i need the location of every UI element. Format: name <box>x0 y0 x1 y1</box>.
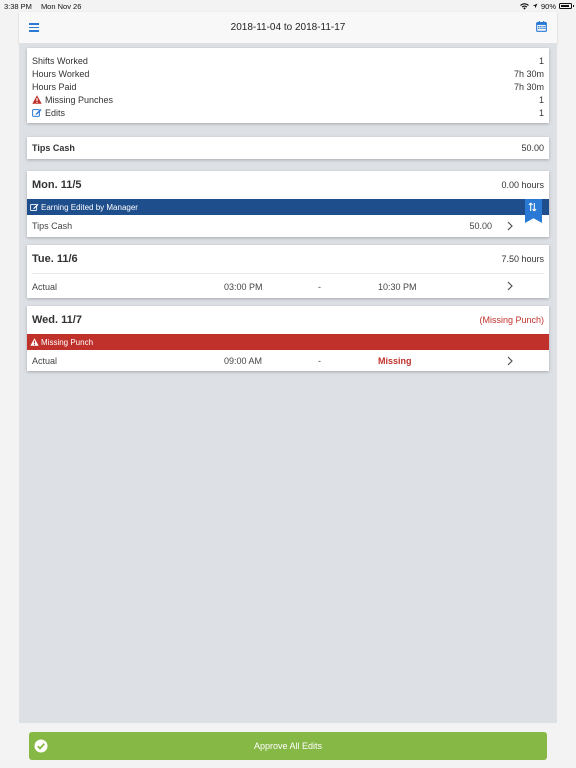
battery-icon <box>559 3 574 9</box>
status-date: Mon Nov 26 <box>40 1 82 11</box>
bottom-bar: Approve All Edits <box>19 723 557 768</box>
shift-start-time: 03:00 PM <box>224 281 263 292</box>
summary-label: Shifts Worked <box>32 55 88 66</box>
banner-text: Missing Punch <box>41 337 94 347</box>
missing-punch-banner: Missing Punch <box>27 334 549 350</box>
chevron-right-icon <box>507 281 513 291</box>
summary-row-edits: Edits 1 <box>32 106 544 119</box>
tips-total-card: Tips Cash 50.00 <box>27 137 549 159</box>
tips-total-label: Tips Cash <box>32 143 75 153</box>
summary-label: Edits <box>45 107 66 118</box>
warning-icon <box>32 95 42 104</box>
detail-label: Actual <box>32 281 58 292</box>
calendar-icon[interactable] <box>536 21 547 32</box>
detail-label: Actual <box>32 356 58 366</box>
summary-value: 7h 30m <box>513 81 544 92</box>
status-bar: 3:38 PM Mon Nov 26 90% <box>0 0 576 12</box>
day-label: Mon. 11/5 <box>32 179 82 191</box>
edit-icon <box>30 203 39 211</box>
page-title: 2018-11-04 to 2018-11-17 <box>230 22 346 33</box>
swap-arrows-icon <box>528 202 537 212</box>
time-separator: - <box>318 281 321 292</box>
shift-end-time: 10:30 PM <box>378 281 417 292</box>
summary-row-hours-worked: Hours Worked 7h 30m <box>32 67 544 80</box>
summary-row-missing-punches: Missing Punches 1 <box>32 93 544 106</box>
day-label: Wed. 11/7 <box>32 314 82 326</box>
day-detail-row[interactable]: Tips Cash 50.00 <box>27 215 549 237</box>
day-hours: 7.50 hours <box>501 254 544 264</box>
day-card-tue: Tue. 11/6 7.50 hours Actual 03:00 PM - 1… <box>27 245 549 298</box>
summary-card: Shifts Worked 1 Hours Worked 7h 30m Hour… <box>27 48 549 123</box>
approve-all-edits-button[interactable]: Approve All Edits <box>29 732 547 760</box>
summary-row-shifts: Shifts Worked 1 <box>32 54 544 67</box>
day-hours: 0.00 hours <box>501 180 544 190</box>
summary-value: 1 <box>538 94 544 105</box>
detail-value: 50.00 <box>469 221 492 231</box>
approve-label: Approve All Edits <box>253 741 323 751</box>
wifi-icon <box>520 2 529 10</box>
edit-icon <box>32 109 42 117</box>
summary-row-hours-paid: Hours Paid 7h 30m <box>32 80 544 93</box>
time-separator: - <box>318 356 321 366</box>
day-label: Tue. 11/6 <box>32 253 78 265</box>
summary-label: Hours Paid <box>32 81 77 92</box>
battery-percent: 90% <box>540 1 556 11</box>
detail-label: Tips Cash <box>32 221 73 231</box>
chevron-right-icon <box>507 356 513 366</box>
check-circle-icon <box>34 739 48 753</box>
summary-value: 1 <box>538 55 544 66</box>
banner-text: Earning Edited by Manager <box>41 202 138 212</box>
summary-value: 1 <box>538 107 544 118</box>
summary-label: Hours Worked <box>32 68 90 79</box>
hamburger-menu-icon[interactable] <box>29 21 39 33</box>
day-detail-row[interactable]: Actual 09:00 AM - Missing <box>27 350 549 372</box>
top-bar: 2018-11-04 to 2018-11-17 <box>19 12 557 43</box>
shift-end-missing: Missing <box>378 356 412 366</box>
chevron-right-icon <box>507 221 513 231</box>
summary-value: 7h 30m <box>513 68 544 79</box>
summary-label: Missing Punches <box>45 94 114 105</box>
day-card-mon: Mon. 11/5 0.00 hours Earning Edited by M… <box>27 171 549 237</box>
missing-punch-status: (Missing Punch) <box>479 315 544 325</box>
shift-start-time: 09:00 AM <box>224 356 263 366</box>
status-time: 3:38 PM <box>4 1 32 11</box>
timesheet-content: Shifts Worked 1 Hours Worked 7h 30m Hour… <box>19 43 557 723</box>
earning-edited-banner: Earning Edited by Manager <box>27 199 549 223</box>
day-detail-row[interactable]: Actual 03:00 PM - 10:30 PM <box>27 274 549 299</box>
location-icon <box>532 3 538 9</box>
day-card-wed: Wed. 11/7 (Missing Punch) Missing Punch … <box>27 306 549 371</box>
warning-icon <box>30 338 39 346</box>
tips-total-value: 50.00 <box>521 143 544 153</box>
